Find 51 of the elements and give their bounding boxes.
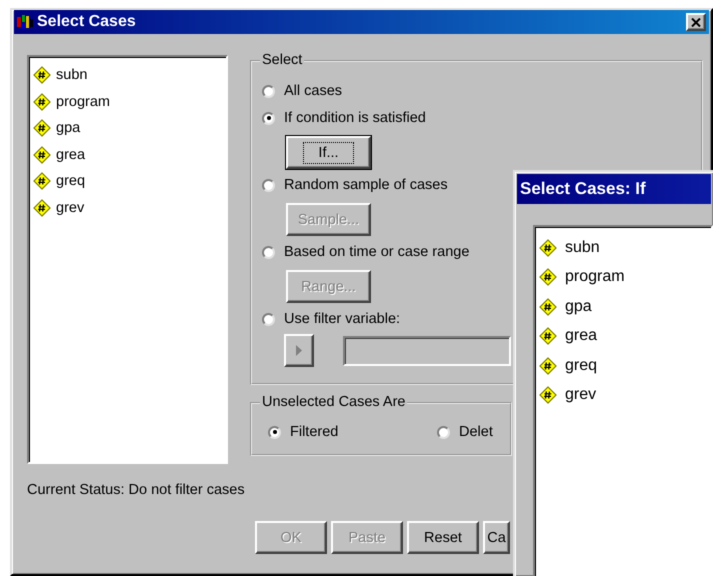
hash-diamond-icon	[539, 238, 557, 257]
variable-list[interactable]: subn program gpa grea greq grev	[27, 55, 228, 464]
variable-name[interactable]: greq	[565, 356, 598, 375]
app-icon	[17, 14, 33, 30]
window-title: Select Cases: If	[520, 179, 647, 199]
hash-diamond-icon	[33, 146, 51, 164]
variable-name[interactable]: grea	[56, 146, 86, 163]
radio-button[interactable]	[262, 178, 275, 192]
variable-name[interactable]: program	[565, 268, 625, 286]
radio-button[interactable]	[262, 112, 275, 124]
variable-name[interactable]: subn	[565, 238, 600, 257]
radio-label[interactable]: Based on time or case range	[284, 244, 470, 260]
variable-name[interactable]: gpa	[565, 298, 592, 316]
variable-name[interactable]: grev	[565, 386, 596, 404]
hash-diamond-icon	[33, 66, 51, 84]
radio-label[interactable]: Random sample of cases	[284, 177, 448, 193]
radio-label[interactable]: Filtered	[290, 424, 338, 440]
radio-label[interactable]: All cases	[284, 83, 342, 99]
hash-diamond-icon	[33, 172, 51, 190]
dialog-button[interactable]: Reset	[407, 521, 479, 554]
status-text: Current Status: Do not filter cases	[27, 482, 245, 500]
hash-diamond-icon	[33, 119, 51, 138]
radio-button[interactable]	[437, 426, 450, 438]
hash-diamond-icon	[33, 198, 51, 217]
radio-button[interactable]	[262, 84, 275, 98]
right-triangle-icon	[296, 345, 302, 356]
variable-name[interactable]: grea	[565, 327, 598, 346]
variable-name[interactable]: gpa	[56, 120, 80, 136]
hash-diamond-icon	[33, 92, 51, 111]
radio-label[interactable]: Delet	[459, 424, 493, 440]
variable-name[interactable]: grev	[56, 200, 84, 216]
hash-diamond-icon	[539, 268, 557, 286]
radio-label[interactable]: If condition is satisfied	[284, 110, 426, 126]
hash-diamond-icon	[539, 298, 557, 316]
radio-button[interactable]	[268, 426, 281, 438]
radio-label[interactable]: Use filter variable:	[284, 311, 400, 327]
radio-button[interactable]	[262, 312, 275, 326]
hash-diamond-icon	[539, 386, 557, 404]
radio-button[interactable]	[262, 246, 275, 258]
variable-list[interactable]: subn program gpa grea greq grev	[533, 225, 713, 576]
close-button[interactable]	[686, 13, 706, 31]
variable-name[interactable]: subn	[56, 67, 88, 84]
variable-name[interactable]: program	[56, 94, 110, 110]
variable-name[interactable]: greq	[56, 173, 86, 190]
hash-diamond-icon	[539, 356, 557, 375]
dialog-button[interactable]: Ca	[483, 521, 510, 554]
close-icon	[691, 18, 701, 26]
filter-variable-field[interactable]	[343, 336, 511, 366]
hash-diamond-icon	[539, 327, 557, 346]
window-title: Select Cases	[37, 13, 137, 31]
dialog-button[interactable]: If...	[286, 136, 371, 169]
